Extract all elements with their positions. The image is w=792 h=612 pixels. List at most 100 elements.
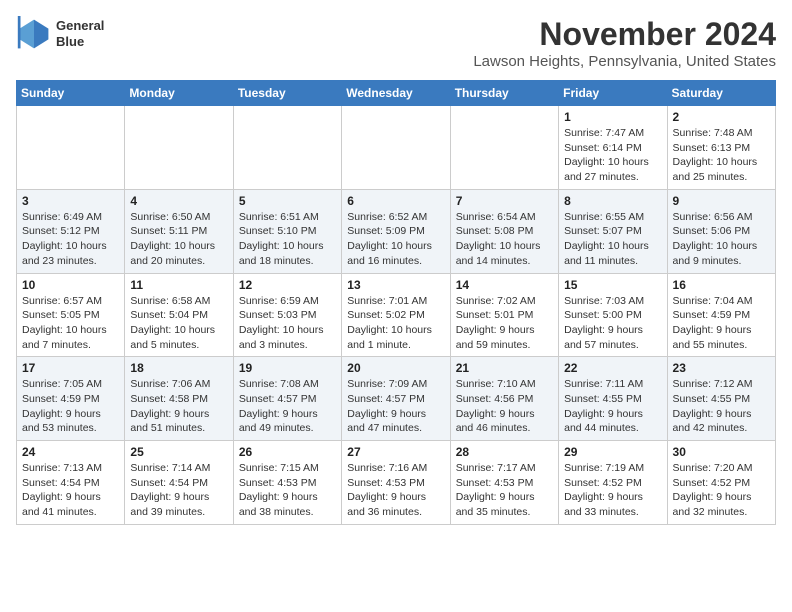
day-cell <box>17 106 125 190</box>
day-number: 3 <box>22 194 119 208</box>
day-number: 2 <box>673 110 770 124</box>
day-cell: 17 Sunrise: 7:05 AM Sunset: 4:59 PM Dayli… <box>17 357 125 441</box>
day-number: 1 <box>564 110 661 124</box>
day-cell: 29 Sunrise: 7:19 AM Sunset: 4:52 PM Dayli… <box>559 441 667 525</box>
day-number: 23 <box>673 361 770 375</box>
day-info: Sunrise: 7:16 AM Sunset: 4:53 PM Dayligh… <box>347 461 444 520</box>
logo-text: General Blue <box>56 18 104 49</box>
day-cell: 16 Sunrise: 7:04 AM Sunset: 4:59 PM Dayli… <box>667 273 775 357</box>
day-info: Sunrise: 6:57 AM Sunset: 5:05 PM Dayligh… <box>22 294 119 353</box>
day-number: 30 <box>673 445 770 459</box>
day-info: Sunrise: 7:15 AM Sunset: 4:53 PM Dayligh… <box>239 461 336 520</box>
day-info: Sunrise: 6:51 AM Sunset: 5:10 PM Dayligh… <box>239 210 336 269</box>
weekday-header-wednesday: Wednesday <box>342 81 450 106</box>
day-info: Sunrise: 7:06 AM Sunset: 4:58 PM Dayligh… <box>130 377 227 436</box>
day-info: Sunrise: 6:55 AM Sunset: 5:07 PM Dayligh… <box>564 210 661 269</box>
day-number: 22 <box>564 361 661 375</box>
day-info: Sunrise: 7:01 AM Sunset: 5:02 PM Dayligh… <box>347 294 444 353</box>
day-info: Sunrise: 7:12 AM Sunset: 4:55 PM Dayligh… <box>673 377 770 436</box>
day-number: 18 <box>130 361 227 375</box>
week-row-3: 10Sunrise: 6:57 AM Sunset: 5:05 PM Dayli… <box>17 273 776 357</box>
day-info: Sunrise: 7:11 AM Sunset: 4:55 PM Dayligh… <box>564 377 661 436</box>
day-info: Sunrise: 7:02 AM Sunset: 5:01 PM Dayligh… <box>456 294 553 353</box>
day-cell: 25 Sunrise: 7:14 AM Sunset: 4:54 PM Dayli… <box>125 441 233 525</box>
weekday-header-row: SundayMondayTuesdayWednesdayThursdayFrid… <box>17 81 776 106</box>
location-title: Lawson Heights, Pennsylvania, United Sta… <box>473 53 776 70</box>
day-cell: 4 Sunrise: 6:50 AM Sunset: 5:11 PM Daylig… <box>125 189 233 273</box>
day-number: 15 <box>564 278 661 292</box>
day-number: 26 <box>239 445 336 459</box>
day-number: 21 <box>456 361 553 375</box>
day-cell: 27Sunrise: 7:16 AM Sunset: 4:53 PM Dayli… <box>342 441 450 525</box>
day-number: 19 <box>239 361 336 375</box>
day-cell: 18 Sunrise: 7:06 AM Sunset: 4:58 PM Dayli… <box>125 357 233 441</box>
day-number: 29 <box>564 445 661 459</box>
day-number: 9 <box>673 194 770 208</box>
day-number: 13 <box>347 278 444 292</box>
weekday-header-thursday: Thursday <box>450 81 558 106</box>
day-number: 12 <box>239 278 336 292</box>
logo-icon <box>16 16 52 52</box>
day-info: Sunrise: 7:20 AM Sunset: 4:52 PM Dayligh… <box>673 461 770 520</box>
day-number: 17 <box>22 361 119 375</box>
title-area: November 2024 Lawson Heights, Pennsylvan… <box>473 16 776 70</box>
day-info: Sunrise: 7:08 AM Sunset: 4:57 PM Dayligh… <box>239 377 336 436</box>
day-info: Sunrise: 7:03 AM Sunset: 5:00 PM Dayligh… <box>564 294 661 353</box>
day-info: Sunrise: 7:05 AM Sunset: 4:59 PM Dayligh… <box>22 377 119 436</box>
weekday-header-sunday: Sunday <box>17 81 125 106</box>
day-cell: 9 Sunrise: 6:56 AM Sunset: 5:06 PM Daylig… <box>667 189 775 273</box>
day-cell: 19 Sunrise: 7:08 AM Sunset: 4:57 PM Dayli… <box>233 357 341 441</box>
day-cell: 13 Sunrise: 7:01 AM Sunset: 5:02 PM Dayli… <box>342 273 450 357</box>
day-info: Sunrise: 7:47 AM Sunset: 6:14 PM Dayligh… <box>564 126 661 185</box>
day-info: Sunrise: 6:58 AM Sunset: 5:04 PM Dayligh… <box>130 294 227 353</box>
day-cell: 2Sunrise: 7:48 AM Sunset: 6:13 PM Daylig… <box>667 106 775 190</box>
weekday-header-saturday: Saturday <box>667 81 775 106</box>
day-info: Sunrise: 6:59 AM Sunset: 5:03 PM Dayligh… <box>239 294 336 353</box>
day-number: 11 <box>130 278 227 292</box>
day-cell <box>233 106 341 190</box>
day-number: 14 <box>456 278 553 292</box>
day-info: Sunrise: 7:19 AM Sunset: 4:52 PM Dayligh… <box>564 461 661 520</box>
day-cell: 10Sunrise: 6:57 AM Sunset: 5:05 PM Dayli… <box>17 273 125 357</box>
day-info: Sunrise: 6:56 AM Sunset: 5:06 PM Dayligh… <box>673 210 770 269</box>
day-info: Sunrise: 6:49 AM Sunset: 5:12 PM Dayligh… <box>22 210 119 269</box>
day-cell: 21 Sunrise: 7:10 AM Sunset: 4:56 PM Dayli… <box>450 357 558 441</box>
day-cell: 1 Sunrise: 7:47 AM Sunset: 6:14 PM Daylig… <box>559 106 667 190</box>
weekday-header-tuesday: Tuesday <box>233 81 341 106</box>
header: General Blue November 2024 Lawson Height… <box>16 16 776 70</box>
day-number: 20 <box>347 361 444 375</box>
week-row-4: 17 Sunrise: 7:05 AM Sunset: 4:59 PM Dayli… <box>17 357 776 441</box>
day-cell: 28 Sunrise: 7:17 AM Sunset: 4:53 PM Dayli… <box>450 441 558 525</box>
day-cell: 3 Sunrise: 6:49 AM Sunset: 5:12 PM Daylig… <box>17 189 125 273</box>
day-cell: 26 Sunrise: 7:15 AM Sunset: 4:53 PM Dayli… <box>233 441 341 525</box>
day-number: 8 <box>564 194 661 208</box>
day-number: 4 <box>130 194 227 208</box>
calendar: SundayMondayTuesdayWednesdayThursdayFrid… <box>16 80 776 525</box>
day-cell: 11 Sunrise: 6:58 AM Sunset: 5:04 PM Dayli… <box>125 273 233 357</box>
day-cell: 20 Sunrise: 7:09 AM Sunset: 4:57 PM Dayli… <box>342 357 450 441</box>
day-cell: 24Sunrise: 7:13 AM Sunset: 4:54 PM Dayli… <box>17 441 125 525</box>
day-info: Sunrise: 7:17 AM Sunset: 4:53 PM Dayligh… <box>456 461 553 520</box>
day-number: 6 <box>347 194 444 208</box>
day-info: Sunrise: 7:04 AM Sunset: 4:59 PM Dayligh… <box>673 294 770 353</box>
day-cell: 8 Sunrise: 6:55 AM Sunset: 5:07 PM Daylig… <box>559 189 667 273</box>
day-cell: 15 Sunrise: 7:03 AM Sunset: 5:00 PM Dayli… <box>559 273 667 357</box>
day-info: Sunrise: 7:09 AM Sunset: 4:57 PM Dayligh… <box>347 377 444 436</box>
month-title: November 2024 <box>473 16 776 53</box>
day-info: Sunrise: 6:50 AM Sunset: 5:11 PM Dayligh… <box>130 210 227 269</box>
day-number: 25 <box>130 445 227 459</box>
day-cell <box>450 106 558 190</box>
day-cell: 23 Sunrise: 7:12 AM Sunset: 4:55 PM Dayli… <box>667 357 775 441</box>
day-info: Sunrise: 7:14 AM Sunset: 4:54 PM Dayligh… <box>130 461 227 520</box>
day-info: Sunrise: 7:10 AM Sunset: 4:56 PM Dayligh… <box>456 377 553 436</box>
week-row-2: 3 Sunrise: 6:49 AM Sunset: 5:12 PM Daylig… <box>17 189 776 273</box>
day-number: 16 <box>673 278 770 292</box>
day-cell <box>125 106 233 190</box>
day-cell: 22 Sunrise: 7:11 AM Sunset: 4:55 PM Dayli… <box>559 357 667 441</box>
week-row-1: 1 Sunrise: 7:47 AM Sunset: 6:14 PM Daylig… <box>17 106 776 190</box>
day-cell: 6Sunrise: 6:52 AM Sunset: 5:09 PM Daylig… <box>342 189 450 273</box>
day-number: 7 <box>456 194 553 208</box>
day-number: 28 <box>456 445 553 459</box>
day-info: Sunrise: 7:13 AM Sunset: 4:54 PM Dayligh… <box>22 461 119 520</box>
day-info: Sunrise: 6:54 AM Sunset: 5:08 PM Dayligh… <box>456 210 553 269</box>
